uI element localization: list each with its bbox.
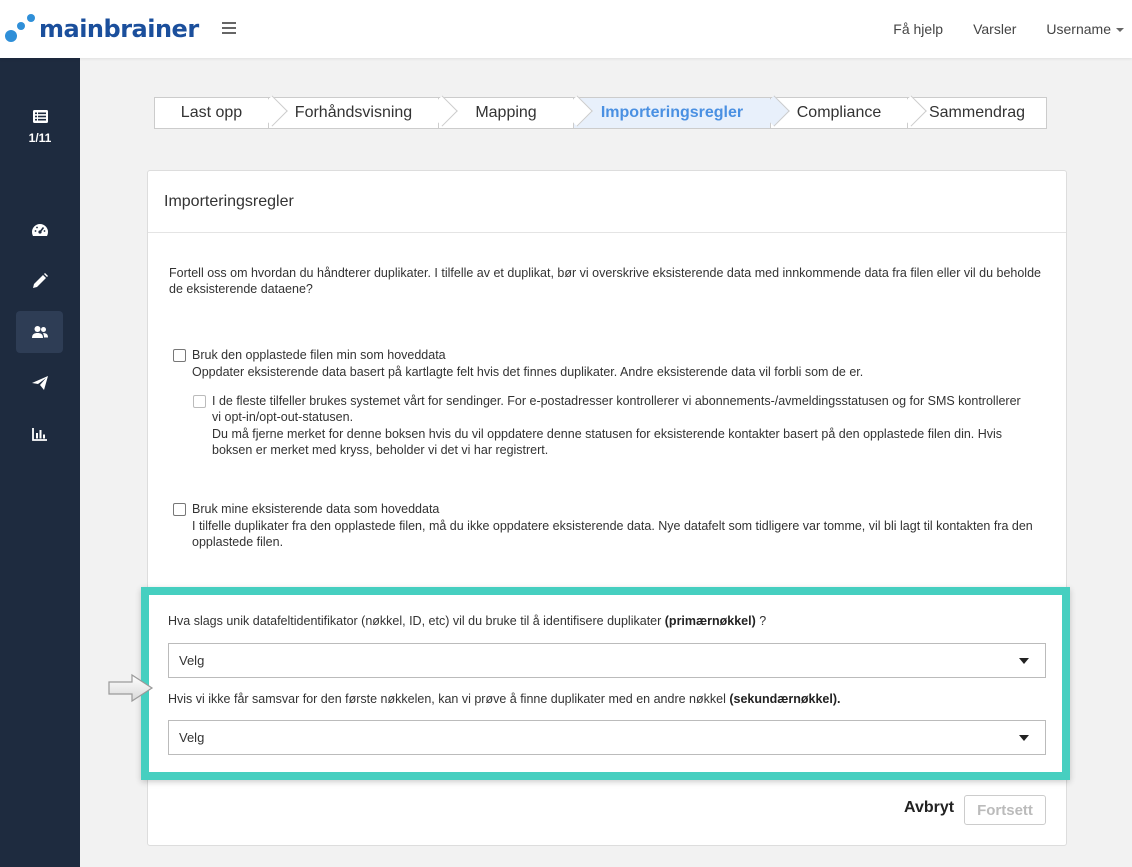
dropdown-arrow-icon [1019,735,1029,741]
list-icon [32,110,48,123]
option-uploaded-master: Bruk den opplastede filen min som hovedd… [173,347,1053,387]
primary-key-select[interactable]: Velg [168,643,1046,678]
username-label: Username [1046,21,1111,37]
list-counter[interactable]: 1/11 [0,110,80,147]
step-mapping[interactable]: Mapping [438,95,593,129]
paper-plane-icon [31,376,48,390]
logo-text: mainbrainer [39,15,199,43]
option-description: I tilfelle duplikater fra den opplastede… [192,519,1033,549]
keep-status-checkbox[interactable] [193,395,206,408]
top-bar: mainbrainer Få hjelp Varsler Username [0,0,1132,58]
caret-down-icon [1116,28,1124,33]
continue-button[interactable]: Fortsett [964,795,1046,825]
option-existing-master: Bruk mine eksisterende data som hoveddat… [173,501,1053,551]
pointer-arrow-icon [108,673,154,703]
option-description: Oppdater eksisterende data basert på kar… [192,365,864,379]
sidebar-item-contacts[interactable] [16,311,63,353]
secondary-key-select[interactable]: Velg [168,720,1046,755]
sidebar-item-edit[interactable] [16,260,63,302]
step-summary[interactable]: Sammendrag [907,97,1047,129]
step-compliance[interactable]: Compliance [770,95,927,129]
existing-master-checkbox[interactable] [173,503,186,516]
list-counter-label: 1/11 [28,131,52,145]
import-stepper: Last opp Forhåndsvisning Mapping Importe… [154,95,1047,129]
option-label: Bruk den opplastede filen min som hovedd… [192,348,446,362]
step-import-rules[interactable]: Importeringsregler [573,95,790,129]
sidebar-item-dashboard[interactable] [16,209,63,251]
primary-key-emphasis: (primærnøkkel) [664,614,756,628]
logo[interactable]: mainbrainer [5,14,199,44]
sub-option-description: Du må fjerne merket for denne boksen hvi… [212,427,1003,457]
key-selection-highlight: Hva slags unik datafeltidentifikator (nø… [141,587,1070,780]
secondary-key-question: Hvis vi ikke får samsvar for den første … [168,692,841,706]
help-link[interactable]: Få hjelp [893,21,943,37]
cancel-button[interactable]: Avbryt [904,799,954,817]
step-upload[interactable]: Last opp [154,95,288,129]
secondary-key-emphasis: (sekundærnøkkel). [729,692,841,706]
primary-key-value: Velg [179,653,205,668]
sub-option-subscription-status: I de fleste tilfeller brukes systemet vå… [193,393,1053,463]
step-preview[interactable]: Forhåndsvisning [268,95,458,129]
dropdown-arrow-icon [1019,658,1029,664]
secondary-key-value: Velg [179,730,205,745]
dashboard-icon [31,224,48,236]
sidebar-item-reports[interactable] [16,413,63,455]
option-label: Bruk mine eksisterende data som hoveddat… [192,502,440,516]
bar-chart-icon [31,428,47,441]
logo-mark-icon [5,14,35,44]
top-nav: Få hjelp Varsler Username [863,0,1124,58]
card-title: Importeringsregler [148,171,1066,233]
primary-key-question: Hva slags unik datafeltidentifikator (nø… [168,614,767,628]
sub-option-label: I de fleste tilfeller brukes systemet vå… [212,394,1021,424]
users-icon [31,326,48,338]
sidebar: 1/11 [0,58,80,867]
sidebar-item-send[interactable] [16,362,63,404]
pencil-icon [32,273,48,288]
alerts-link[interactable]: Varsler [973,21,1016,37]
intro-text: Fortell oss om hvordan du håndterer dupl… [169,266,1041,296]
menu-icon[interactable] [222,22,236,34]
uploaded-master-checkbox[interactable] [173,349,186,362]
user-menu[interactable]: Username [1046,21,1124,37]
